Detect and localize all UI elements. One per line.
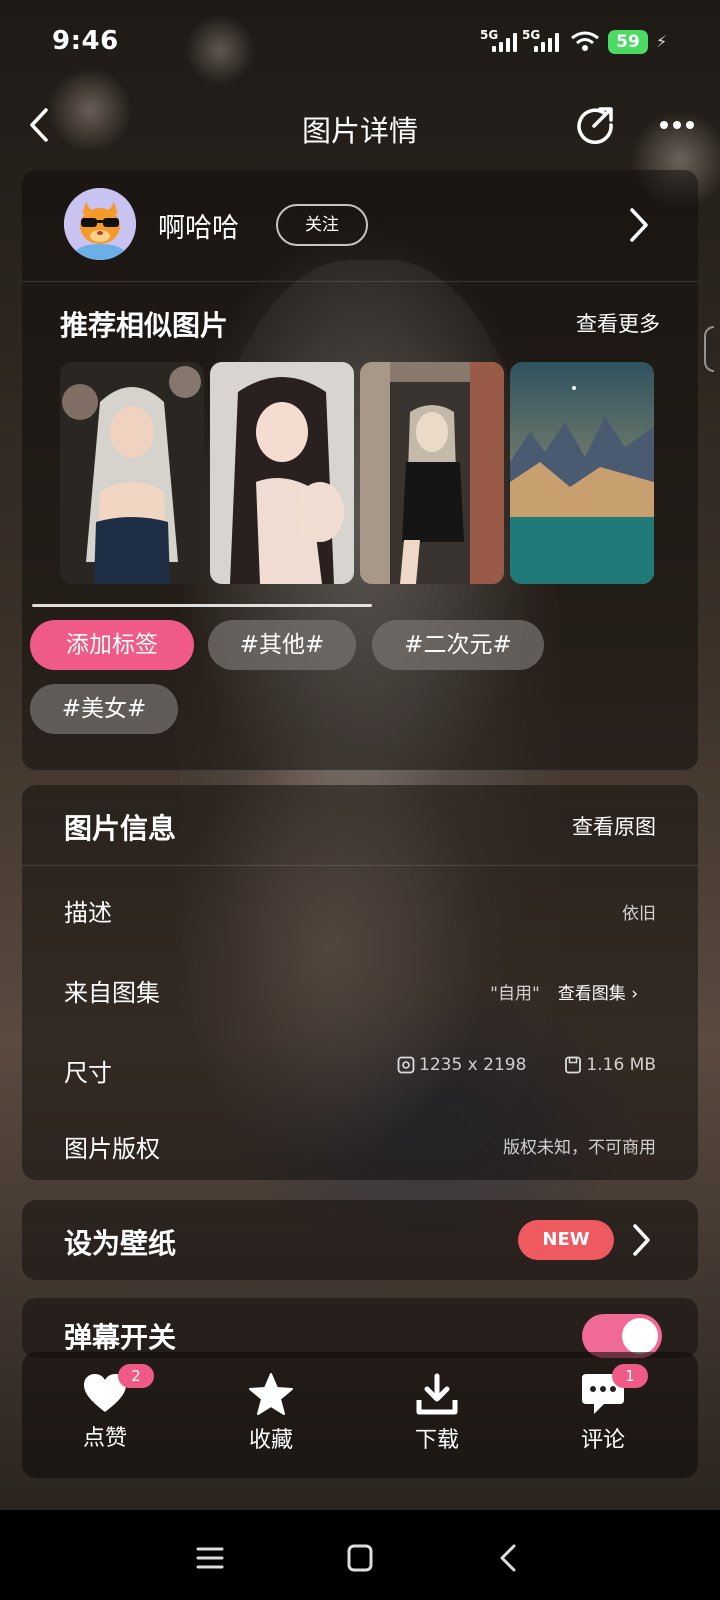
girl-brick-wall-photo: [360, 362, 504, 584]
signal-bars-1-icon: [492, 32, 517, 52]
file-size-value: 1.16 MB: [586, 1055, 656, 1075]
file-size-icon: [565, 1056, 582, 1074]
top-header: 图片详情: [0, 90, 720, 160]
author-name[interactable]: 啊哈哈: [158, 206, 239, 245]
bottom-action-bar: 点赞 2 收藏 下载 评论 1: [22, 1352, 698, 1478]
wifi-icon: [571, 31, 599, 51]
avatar[interactable]: [64, 188, 136, 260]
recommend-thumbnail-1[interactable]: [60, 362, 204, 584]
description-label: 描述: [64, 899, 112, 927]
nav-back-icon[interactable]: [490, 1540, 530, 1576]
copyright-value: 版权未知，不可商用: [503, 1138, 656, 1158]
garfield-avatar-icon: [64, 188, 136, 260]
recommend-thumbnail-2[interactable]: [210, 362, 354, 584]
download-icon: [416, 1373, 458, 1415]
collection-row[interactable]: "自用" 查看图集 ›: [490, 979, 638, 1004]
star-icon: [249, 1373, 293, 1415]
like-label: 点赞: [82, 1426, 127, 1451]
status-bar: 9:46 5G 5G 59 ⚡: [0, 0, 720, 84]
tag-item[interactable]: #二次元#: [372, 620, 544, 670]
recommend-thumbnail-4[interactable]: [510, 362, 654, 584]
chevron-right-icon[interactable]: [626, 206, 652, 244]
battery-indicator: 59: [608, 30, 648, 54]
download-button[interactable]: 下载: [382, 1372, 492, 1468]
danmu-label: 弹幕开关: [64, 1321, 177, 1354]
recommend-title: 推荐相似图片: [60, 309, 229, 342]
system-nav-bar: [0, 1510, 720, 1600]
dimensions-icon: [397, 1056, 415, 1074]
author-row[interactable]: 啊哈哈 关注: [22, 170, 698, 282]
size-value: 1235 x 2198 1.16 MB: [397, 1055, 656, 1075]
follow-button[interactable]: 关注: [276, 204, 368, 246]
image-info-card: 图片信息 查看原图 描述 依旧 来自图集 "自用" 查看图集 › 尺寸 1235 …: [22, 785, 698, 1180]
like-count-badge: 2: [118, 1364, 154, 1388]
menu-icon[interactable]: [190, 1540, 230, 1576]
tag-item[interactable]: #美女#: [30, 684, 178, 734]
mountain-landscape-photo: [510, 362, 654, 584]
tag-item[interactable]: #其他#: [208, 620, 356, 670]
recommend-scroll-indicator: [32, 604, 372, 607]
charging-icon: ⚡: [656, 32, 668, 51]
copyright-label: 图片版权: [64, 1135, 160, 1163]
comment-count-badge: 1: [612, 1364, 648, 1388]
favorite-button[interactable]: 收藏: [216, 1372, 326, 1468]
new-badge: NEW: [518, 1220, 614, 1260]
view-original-link[interactable]: 查看原图: [572, 811, 656, 841]
collection-label: 来自图集: [64, 979, 160, 1007]
comment-label: 评论: [580, 1428, 625, 1453]
view-collection-link[interactable]: 查看图集 ›: [558, 984, 638, 1004]
collection-value: "自用": [490, 984, 540, 1004]
add-tag-button[interactable]: 添加标签: [30, 620, 194, 670]
side-drag-handle[interactable]: [704, 326, 714, 372]
black-haired-girl-photo: [210, 362, 354, 584]
signal-bars-2-icon: [534, 32, 559, 52]
home-icon[interactable]: [340, 1540, 380, 1576]
more-icon[interactable]: [656, 110, 698, 140]
comment-button[interactable]: 评论 1: [548, 1364, 658, 1468]
dimensions-value: 1235 x 2198: [419, 1055, 527, 1075]
like-button[interactable]: 点赞 2: [50, 1364, 160, 1468]
chevron-right-icon: [633, 1224, 650, 1256]
white-haired-girl-photo: [60, 362, 204, 584]
toggle-knob: [622, 1318, 658, 1354]
danmu-row: 弹幕开关: [22, 1298, 698, 1358]
divider: [22, 865, 698, 866]
info-title: 图片信息: [64, 812, 177, 845]
set-wallpaper-label: 设为壁纸: [64, 1227, 177, 1260]
favorite-label: 收藏: [248, 1428, 293, 1453]
download-label: 下载: [414, 1428, 459, 1453]
description-value: 依旧: [622, 904, 656, 924]
size-label: 尺寸: [64, 1059, 112, 1087]
recommend-more-link[interactable]: 查看更多: [576, 308, 660, 338]
share-icon[interactable]: [574, 104, 616, 146]
status-time: 9:46: [52, 26, 119, 56]
set-wallpaper-row[interactable]: 设为壁纸 NEW: [22, 1200, 698, 1280]
author-recommend-card: 啊哈哈 关注 推荐相似图片 查看更多 添加标签 #其他# #二次元# #美女#: [22, 170, 698, 770]
recommend-thumbnail-3[interactable]: [360, 362, 504, 584]
